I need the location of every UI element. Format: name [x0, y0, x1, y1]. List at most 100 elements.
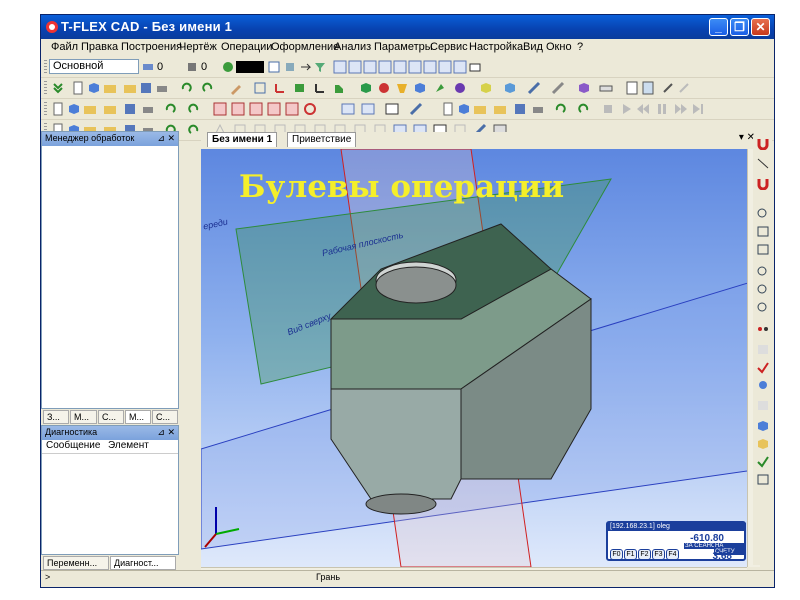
snap-3-icon[interactable]	[363, 60, 377, 74]
menu-service[interactable]: Сервис	[430, 41, 468, 53]
menu-window[interactable]: Окно	[546, 41, 572, 53]
new-3d-icon[interactable]	[457, 102, 471, 116]
lcs-icon[interactable]	[313, 81, 327, 95]
wireframe-icon[interactable]	[756, 473, 770, 486]
menu-construct[interactable]: Построения	[121, 41, 182, 53]
minimize-button[interactable]: _	[709, 18, 728, 36]
2d-3d-1-icon[interactable]	[213, 102, 227, 116]
rotate-icon[interactable]	[377, 81, 391, 95]
new-3d-icon[interactable]	[87, 81, 101, 95]
undo-icon[interactable]	[163, 102, 177, 116]
menu-settings[interactable]: Настройка	[469, 41, 523, 53]
report-icon[interactable]	[625, 81, 639, 95]
snap-options-icon[interactable]	[468, 60, 482, 74]
column-element[interactable]: Элемент	[108, 440, 149, 451]
folder-icon[interactable]	[493, 102, 507, 116]
light-icon[interactable]	[756, 379, 770, 392]
new-document-icon[interactable]	[71, 81, 85, 95]
toolbar-grip[interactable]	[44, 81, 47, 95]
undo-icon[interactable]	[553, 102, 567, 116]
tab-document[interactable]: Без имени 1	[207, 132, 278, 147]
menu-file[interactable]: Файл	[51, 41, 78, 53]
mirror-icon[interactable]	[527, 81, 541, 95]
table-icon[interactable]	[341, 102, 355, 116]
undo-icon[interactable]	[179, 81, 193, 95]
extrude-icon[interactable]	[359, 81, 373, 95]
3d-scene[interactable]	[201, 149, 747, 567]
menu-parameters[interactable]: Параметры	[374, 41, 433, 53]
loft-icon[interactable]	[395, 81, 409, 95]
zoom-window-icon[interactable]	[756, 207, 770, 220]
fit-icon[interactable]	[756, 225, 770, 238]
snap-2-icon[interactable]	[348, 60, 362, 74]
print-icon[interactable]	[155, 81, 169, 95]
workplane-icon[interactable]	[293, 81, 307, 95]
measure-icon[interactable]	[599, 81, 613, 95]
f4-key[interactable]: F4	[666, 549, 679, 560]
menu-drawing[interactable]: Чертёж	[179, 41, 217, 53]
redo-icon[interactable]	[187, 123, 201, 137]
select-icon[interactable]	[756, 361, 770, 374]
stop-icon[interactable]	[601, 102, 615, 116]
node-icon[interactable]	[273, 81, 287, 95]
circle-icon[interactable]	[303, 102, 317, 116]
f2-key[interactable]: F2	[638, 549, 651, 560]
column-message[interactable]: Сообщение	[46, 440, 100, 451]
snap-7-icon[interactable]	[423, 60, 437, 74]
check-icon[interactable]	[756, 455, 770, 468]
folder-icon[interactable]	[123, 81, 137, 95]
chevron-down-icon[interactable]	[51, 81, 65, 95]
snap-5-icon[interactable]	[393, 60, 407, 74]
close-button[interactable]: ✕	[751, 18, 770, 36]
thicken-icon[interactable]	[503, 81, 517, 95]
pause-icon[interactable]	[655, 102, 669, 116]
magnet-icon[interactable]	[756, 137, 770, 150]
redo-icon[interactable]	[577, 102, 591, 116]
save-icon[interactable]	[139, 81, 153, 95]
maximize-button[interactable]: ❐	[730, 18, 749, 36]
snap-9-icon[interactable]	[453, 60, 467, 74]
pattern-icon[interactable]	[453, 81, 467, 95]
fillet-icon[interactable]	[433, 81, 447, 95]
link-icon[interactable]	[661, 81, 675, 95]
menu-analysis[interactable]: Анализ	[334, 41, 371, 53]
tab-3[interactable]: С...	[98, 410, 124, 424]
color-swatch[interactable]	[236, 61, 264, 73]
skip-end-icon[interactable]	[691, 102, 705, 116]
snap-6-icon[interactable]	[408, 60, 422, 74]
nc-icon[interactable]	[361, 102, 375, 116]
menu-edit[interactable]: Правка	[81, 41, 118, 53]
cube-view-icon[interactable]	[756, 419, 770, 432]
properties-icon[interactable]	[641, 81, 655, 95]
snap-4-icon[interactable]	[378, 60, 392, 74]
zoom-in-icon[interactable]	[756, 283, 770, 296]
open-icon[interactable]	[83, 102, 97, 116]
tab-welcome[interactable]: Приветствие	[287, 132, 357, 147]
new-3d-icon[interactable]	[67, 102, 81, 116]
tab-4[interactable]: М...	[125, 410, 151, 424]
sketch-icon[interactable]	[253, 81, 267, 95]
folder-icon[interactable]	[103, 102, 117, 116]
color-icon[interactable]	[221, 60, 235, 74]
layer-dropdown[interactable]: Основной	[49, 59, 139, 74]
3d-viewport[interactable]: Булевы операции Рабочая плоскость Вид св…	[201, 149, 747, 567]
pin-close-icon[interactable]: ⊿ ✕	[157, 426, 175, 439]
layer-icon[interactable]	[141, 60, 155, 74]
tab-1[interactable]: З...	[43, 410, 69, 424]
fit-all-icon[interactable]	[756, 243, 770, 256]
snap-1-icon[interactable]	[333, 60, 347, 74]
save-icon[interactable]	[513, 102, 527, 116]
tab-2[interactable]: М...	[70, 410, 97, 424]
zoom-icon[interactable]	[756, 265, 770, 278]
menu-annotation[interactable]: Оформление	[271, 41, 339, 53]
snap-icon[interactable]	[756, 157, 770, 170]
2d-3d-4-icon[interactable]	[267, 102, 281, 116]
2d-3d-3-icon[interactable]	[249, 102, 263, 116]
f0-key[interactable]: F0	[610, 549, 623, 560]
shell-icon[interactable]	[479, 81, 493, 95]
pencil-icon[interactable]	[229, 81, 243, 95]
tab-variables[interactable]: Переменн...	[43, 556, 109, 570]
arrow-icon[interactable]	[299, 60, 313, 74]
open-icon[interactable]	[473, 102, 487, 116]
boolean-icon[interactable]	[413, 81, 427, 95]
